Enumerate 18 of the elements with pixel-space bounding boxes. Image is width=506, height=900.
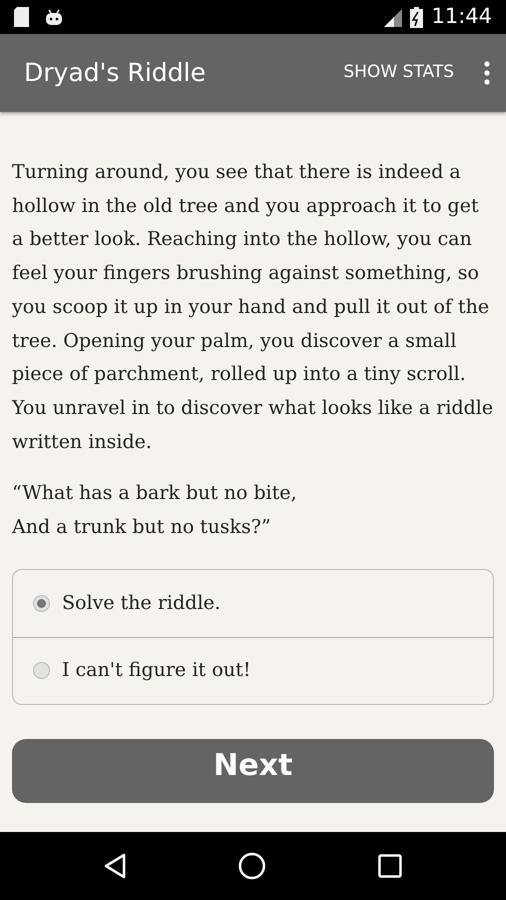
riddle-line: “What has a bark but no bite, bbox=[12, 481, 298, 506]
show-stats-button[interactable]: SHOW STATS bbox=[343, 60, 454, 86]
app-title: Dryad's Riddle bbox=[24, 57, 206, 90]
radio-button[interactable] bbox=[33, 594, 50, 612]
choice-option[interactable]: Solve the riddle. bbox=[13, 570, 493, 637]
next-button[interactable]: Next bbox=[12, 738, 494, 803]
robot-icon bbox=[45, 8, 63, 26]
sd-card-icon bbox=[14, 7, 29, 27]
riddle-line: And a trunk but no tusks?” bbox=[12, 515, 272, 540]
battery-icon bbox=[410, 6, 424, 28]
overflow-menu-icon[interactable] bbox=[484, 61, 490, 85]
recents-icon[interactable] bbox=[378, 854, 402, 878]
back-icon[interactable] bbox=[104, 853, 126, 879]
story-paragraph: Turning around, you see that there is indeed a hollow in the old tree and you approach it to get a better look. Reaching into the hollow, you can feel your fingers brushing against something, so you scoop it up in your hand and pull it out of the tree. Opening your palm, you discover a small piece of parchment, rolled up into a tiny scroll. You unravel in to discover what looks like a riddle written inside. bbox=[12, 160, 494, 455]
clock-time: 11:44 bbox=[431, 3, 492, 30]
radio-button[interactable] bbox=[33, 662, 50, 680]
home-icon[interactable] bbox=[238, 852, 266, 880]
choice-option[interactable]: I can't figure it out! bbox=[13, 636, 493, 704]
